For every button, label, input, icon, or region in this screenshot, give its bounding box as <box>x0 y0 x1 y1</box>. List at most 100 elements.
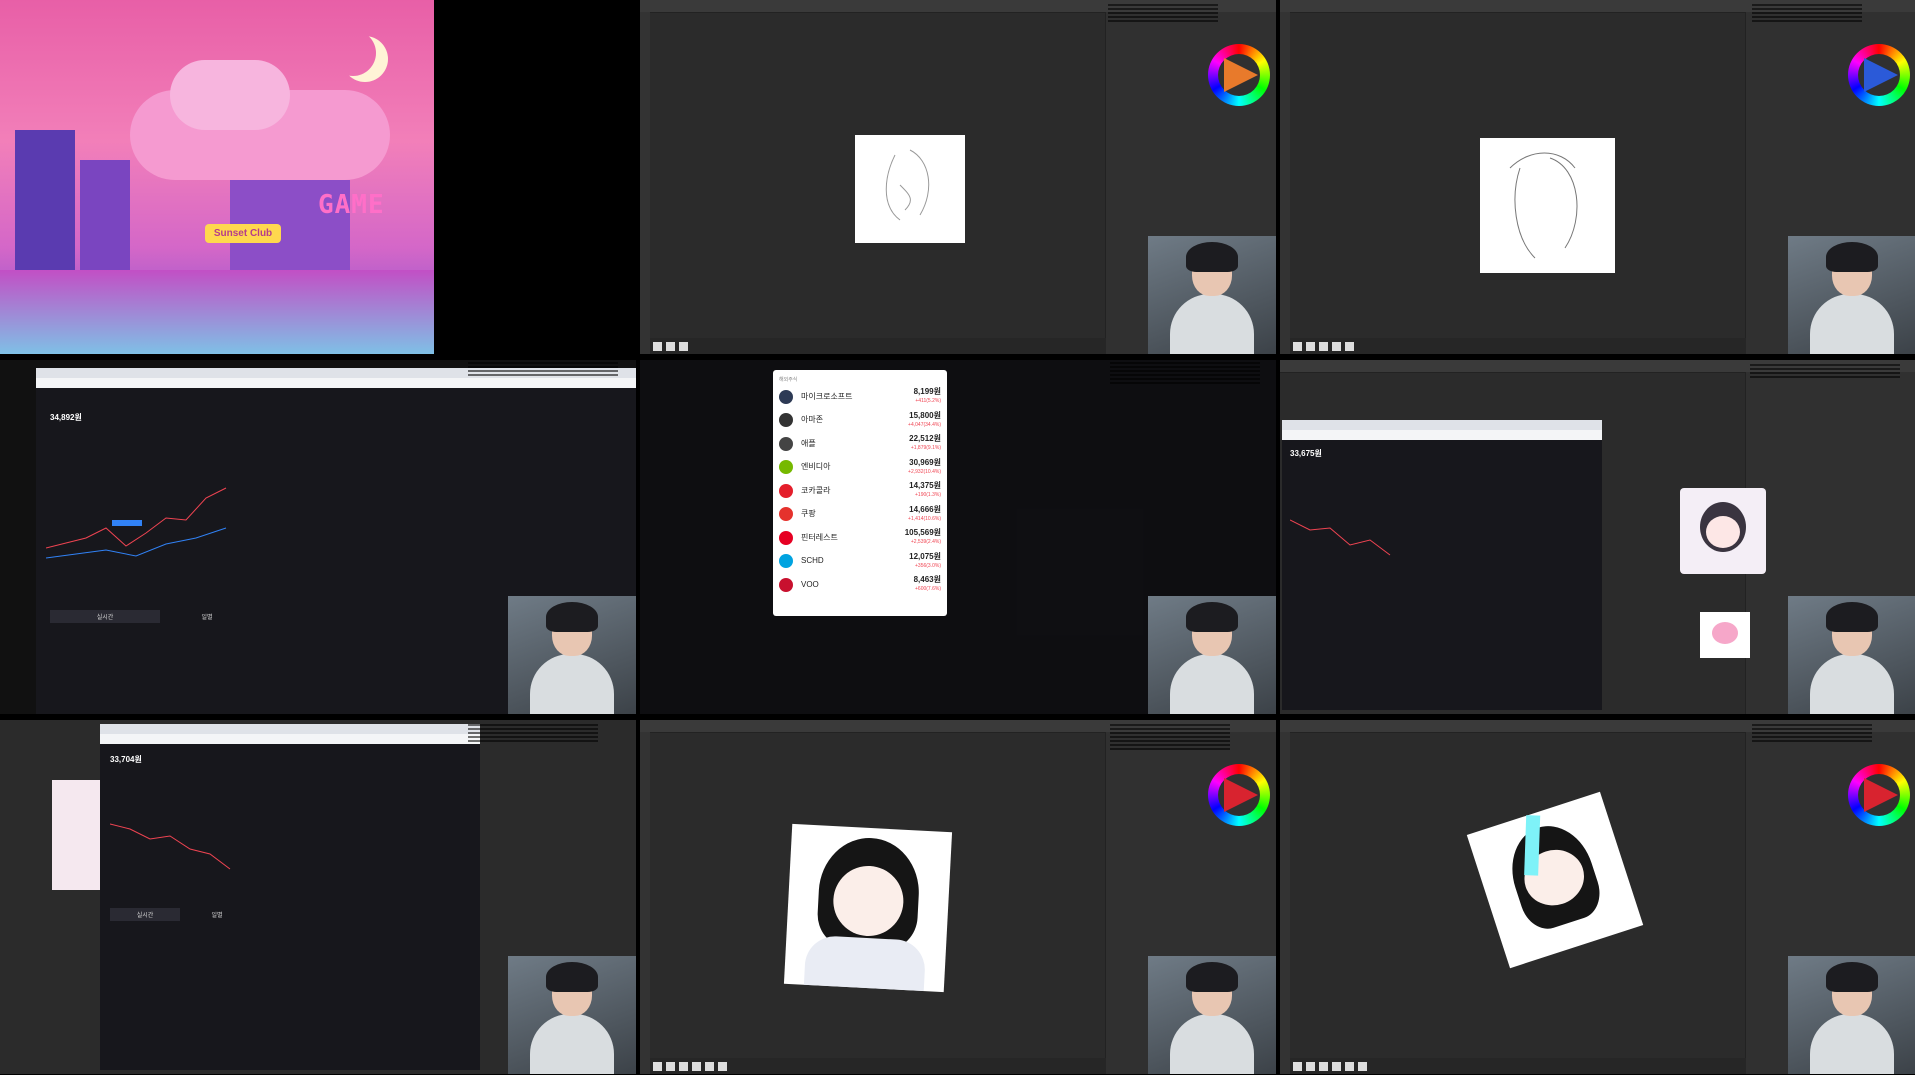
stock-row[interactable]: 엔비디아 30,969원 +2,932(10.4%) <box>773 456 947 480</box>
chat-overlay <box>1752 722 1872 744</box>
coca-cola-logo-icon <box>779 483 793 498</box>
tile-photoshop-sketch-1 <box>640 0 1276 354</box>
webcam-feed <box>1148 956 1276 1074</box>
photoshop-statusbar <box>650 1058 1106 1074</box>
price-chart[interactable] <box>110 814 240 884</box>
toss-browser-window: 33,704원 실시간 일별 <box>100 724 480 1070</box>
stock-change: +2,932(10.4%) <box>908 468 941 475</box>
photoshop-statusbar <box>650 338 1106 354</box>
stock-value: 105,569원 +2,539(2.4%) <box>904 528 941 546</box>
chat-overlay <box>1108 2 1218 24</box>
photoshop-toolbar[interactable] <box>1280 12 1290 354</box>
browser-tab-bar[interactable] <box>1282 420 1602 430</box>
webcam-feed <box>1788 596 1915 714</box>
webcam-feed <box>508 956 636 1074</box>
photoshop-toolbar[interactable] <box>640 732 650 1074</box>
sketch-canvas[interactable] <box>1480 138 1615 273</box>
stock-name: VOO <box>801 579 819 589</box>
emoticon-art[interactable] <box>1680 488 1766 574</box>
stock-list: 마이크로소프트 8,199원 +411(5.2%) 아마존 15,800원 +4,047(… <box>773 385 947 597</box>
webcam-feed <box>1788 236 1915 354</box>
stock-change: +356(3.0%) <box>915 562 941 569</box>
chat-overlay <box>468 360 618 378</box>
photoshop-toolbar[interactable] <box>640 12 650 354</box>
tile-toss-trading-2: 33,704원 실시간 일별 <box>0 720 636 1074</box>
tile-overseas-stocks: 해외주식 마이크로소프트 8,199원 +411(5.2%) 아마존 15,800원 +4… <box>640 360 1276 714</box>
cloud <box>170 60 290 130</box>
club-sign: Sunset Club <box>205 224 281 243</box>
color-triangle[interactable] <box>1864 778 1898 812</box>
stock-row[interactable]: VOO 8,463원 +600(7.6%) <box>773 573 947 597</box>
stock-value: 14,375원 +190(1.3%) <box>909 481 941 499</box>
stock-change: +1,879(9.1%) <box>910 445 941 452</box>
stock-row[interactable]: 마이크로소프트 8,199원 +411(5.2%) <box>773 385 947 409</box>
tile-photoshop-color-1 <box>640 720 1276 1074</box>
sketch-canvas[interactable] <box>855 135 965 243</box>
apple-logo-icon <box>779 436 793 451</box>
browser-url-bar[interactable] <box>36 378 636 388</box>
tab-daily[interactable]: 일별 <box>162 610 252 623</box>
stock-name: 마이크로소프트 <box>801 391 853 401</box>
emoticon-thumb[interactable] <box>1700 612 1750 658</box>
tab-realtime[interactable]: 실시간 <box>50 610 160 623</box>
tile-photoshop-color-2 <box>1280 720 1915 1074</box>
price-chart[interactable] <box>46 458 256 578</box>
orderbook[interactable] <box>311 458 371 575</box>
color-triangle[interactable] <box>1224 778 1258 812</box>
tab-realtime[interactable]: 실시간 <box>110 908 180 921</box>
photoshop-toolbar[interactable] <box>1280 732 1290 1074</box>
ground <box>0 270 434 354</box>
popup-title: 해외주식 <box>779 377 798 383</box>
browser-url-bar[interactable] <box>1282 430 1602 440</box>
tile-photoshop-sketch-2 <box>1280 0 1915 354</box>
chat-overlay <box>1750 362 1900 380</box>
tile-toss-trading-1: 34,892원 실시간 일별 <box>0 360 636 714</box>
browser-tab-bar[interactable] <box>100 724 480 734</box>
stock-value: 8,199원 +411(5.2%) <box>913 387 941 405</box>
stock-row[interactable]: 코카콜라 14,375원 +190(1.3%) <box>773 479 947 503</box>
stock-value: 15,800원 +4,047(34.4%) <box>908 410 941 428</box>
moon-icon <box>330 30 376 76</box>
building <box>80 160 130 270</box>
stock-row[interactable]: SCHD 12,075원 +356(3.0%) <box>773 550 947 574</box>
stock-name: 핀터레스트 <box>801 532 838 542</box>
stock-change: +1,414(10.6%) <box>908 515 941 522</box>
stock-change: +2,539(2.4%) <box>910 539 941 546</box>
stock-value: 22,512원 +1,879(9.1%) <box>909 434 941 452</box>
game-sign: GAME <box>318 190 385 220</box>
stock-name: 코카콜라 <box>801 485 831 495</box>
tab-daily[interactable]: 일별 <box>182 908 252 921</box>
price-chart[interactable] <box>1290 500 1400 570</box>
stock-name: 쿠팡 <box>801 509 816 519</box>
stock-change: +411(5.2%) <box>915 398 941 405</box>
voo-logo-icon <box>779 577 793 592</box>
building <box>15 130 75 270</box>
stock-value: 8,463원 +600(7.6%) <box>913 575 941 593</box>
stock-row[interactable]: 아마존 15,800원 +4,047(34.4%) <box>773 409 947 433</box>
chat-overlay <box>1110 722 1230 752</box>
stock-price: 33,675원 <box>1290 449 1322 458</box>
stock-price: 33,704원 <box>110 755 142 764</box>
toss-browser-window: 33,675원 <box>1282 420 1602 710</box>
photoshop-statusbar <box>1290 1058 1746 1074</box>
pinterest-logo-icon <box>779 530 793 545</box>
browser-url-bar[interactable] <box>100 734 480 744</box>
color-triangle[interactable] <box>1864 58 1898 92</box>
stock-row[interactable]: 핀터레스트 105,569원 +2,539(2.4%) <box>773 526 947 550</box>
stock-change: +600(7.6%) <box>915 586 941 593</box>
drawing-canvas[interactable] <box>1466 791 1644 969</box>
chat-overlay <box>1752 2 1862 24</box>
drawing-canvas[interactable] <box>783 823 953 993</box>
overseas-stocks-popup[interactable]: 해외주식 마이크로소프트 8,199원 +411(5.2%) 아마존 15,800원 +4… <box>773 370 947 616</box>
stock-value: 14,666원 +1,414(10.6%) <box>908 504 941 522</box>
chart-date-marker <box>112 520 142 526</box>
sketch-drawing <box>885 149 930 221</box>
webcam-feed <box>1788 956 1915 1074</box>
stock-row[interactable]: 애플 22,512원 +1,879(9.1%) <box>773 432 947 456</box>
stock-change: +4,047(34.4%) <box>908 421 941 428</box>
color-triangle[interactable] <box>1224 58 1258 92</box>
stock-value: 30,969원 +2,932(10.4%) <box>908 457 941 475</box>
nvidia-logo-icon <box>779 460 793 475</box>
stock-change: +190(1.3%) <box>915 492 941 499</box>
stock-row[interactable]: 쿠팡 14,666원 +1,414(10.6%) <box>773 503 947 527</box>
